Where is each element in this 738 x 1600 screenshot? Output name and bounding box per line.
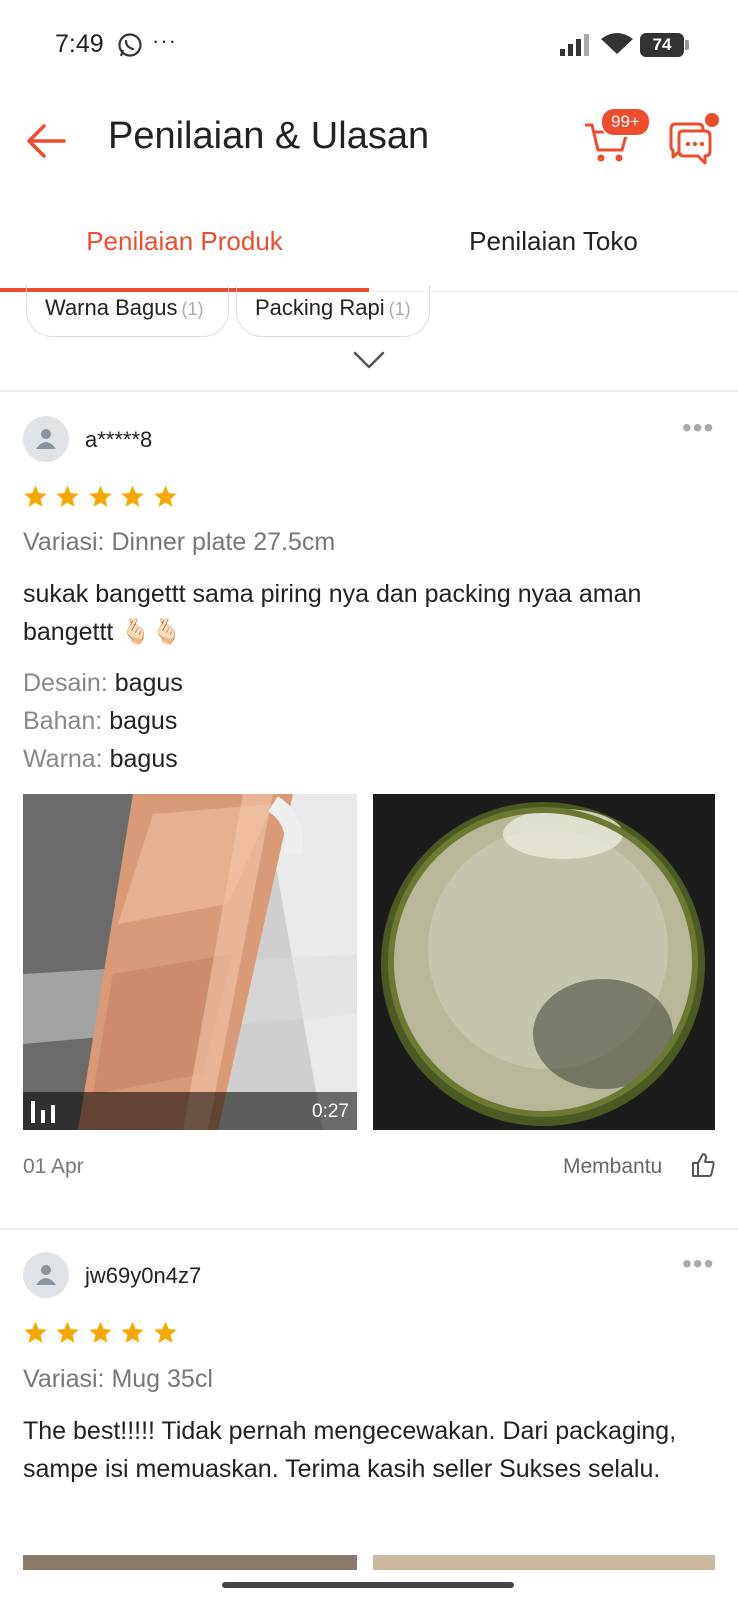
attribute-key: Warna: (23, 745, 103, 773)
tab-product-rating[interactable]: Penilaian Produk (0, 210, 369, 292)
review-photo[interactable] (373, 794, 715, 1130)
filter-chip[interactable]: Packing Rapi (1) (236, 285, 430, 337)
chip-label: Packing Rapi (255, 295, 385, 320)
review-photo[interactable] (373, 1555, 715, 1570)
page-title: Penilaian & Ulasan (108, 115, 430, 157)
video-bar: 0:27 (23, 1092, 357, 1130)
review-item: a*****8 ••• Variasi: Dinner plate 27.5cm… (0, 392, 738, 1230)
tab-shop-rating[interactable]: Penilaian Toko (369, 210, 738, 292)
star-icon (24, 485, 47, 507)
chat-icon[interactable] (665, 121, 715, 167)
whatsapp-icon (118, 33, 142, 57)
attribute-row: Bahan: bagus (23, 702, 183, 740)
attribute-row: Desain: bagus (23, 664, 183, 702)
star-icon (154, 485, 177, 507)
video-icon (31, 1101, 55, 1123)
attribute-value: bagus (109, 707, 178, 735)
review-video[interactable]: 0:27 (23, 794, 357, 1130)
helpful-button[interactable]: Membantu (563, 1155, 662, 1179)
thumbs-up-icon[interactable] (690, 1152, 716, 1178)
star-icon (121, 485, 145, 507)
notification-more-icon: ··· (152, 28, 177, 53)
star-icon (56, 485, 80, 507)
video-duration: 0:27 (312, 1101, 349, 1122)
attribute-key: Desain: (23, 669, 108, 697)
variation-label: Variasi: Mug 35cl (23, 1365, 213, 1393)
review-photo[interactable] (23, 1555, 357, 1570)
variation-label: Variasi: Dinner plate 27.5cm (23, 528, 336, 556)
attribute-value: bagus (114, 669, 183, 697)
chat-notification-dot (705, 113, 719, 127)
review-item: jw69y0n4z7 ••• Variasi: Mug 35cl The bes… (0, 1230, 738, 1570)
review-text: The best!!!!! Tidak pernah mengecewakan.… (23, 1417, 677, 1483)
avatar[interactable] (23, 416, 69, 462)
more-options-icon[interactable]: ••• (682, 412, 714, 444)
star-icon (89, 1321, 112, 1343)
more-options-icon[interactable]: ••• (682, 1248, 714, 1280)
star-rating (23, 484, 181, 514)
star-rating (23, 1320, 181, 1350)
review-text: sukak bangettt sama piring nya dan packi… (23, 580, 642, 646)
rating-tabs: Penilaian Produk Penilaian Toko (0, 210, 738, 292)
chip-count: (1) (388, 299, 411, 319)
star-icon (89, 485, 112, 507)
cart-badge: 99+ (600, 107, 651, 137)
star-icon (154, 1321, 177, 1343)
reviewer-name: jw69y0n4z7 (85, 1263, 202, 1288)
chip-label: Warna Bagus (45, 295, 178, 320)
attribute-value: bagus (109, 745, 178, 773)
user-icon (36, 429, 56, 449)
signal-icon (560, 34, 589, 56)
chevron-down-icon[interactable] (352, 348, 386, 372)
star-icon (56, 1321, 80, 1343)
review-attributes: Desain: bagus Bahan: bagus Warna: bagus (23, 664, 183, 778)
status-time: 7:49 (55, 30, 104, 58)
gesture-nav-handle[interactable] (222, 1582, 514, 1588)
user-icon (36, 1265, 56, 1285)
status-bar: 7:49 ··· 74 (0, 0, 738, 90)
reviewer-name: a*****8 (85, 427, 153, 452)
wifi-icon (601, 33, 633, 54)
back-arrow-icon[interactable] (22, 117, 70, 165)
plate-photo-image (373, 794, 715, 1130)
star-icon (121, 1321, 145, 1343)
review-date: 01 Apr (23, 1155, 84, 1178)
video-thumbnail-image (23, 794, 357, 1130)
avatar[interactable] (23, 1252, 69, 1298)
app-header: Penilaian & Ulasan 99+ (0, 95, 738, 185)
battery-icon: 74 (640, 33, 689, 57)
chip-count: (1) (181, 299, 204, 319)
attribute-key: Bahan: (23, 707, 103, 735)
star-icon (24, 1321, 47, 1343)
attribute-row: Warna: bagus (23, 740, 183, 778)
filter-chip[interactable]: Warna Bagus (1) (26, 285, 229, 337)
